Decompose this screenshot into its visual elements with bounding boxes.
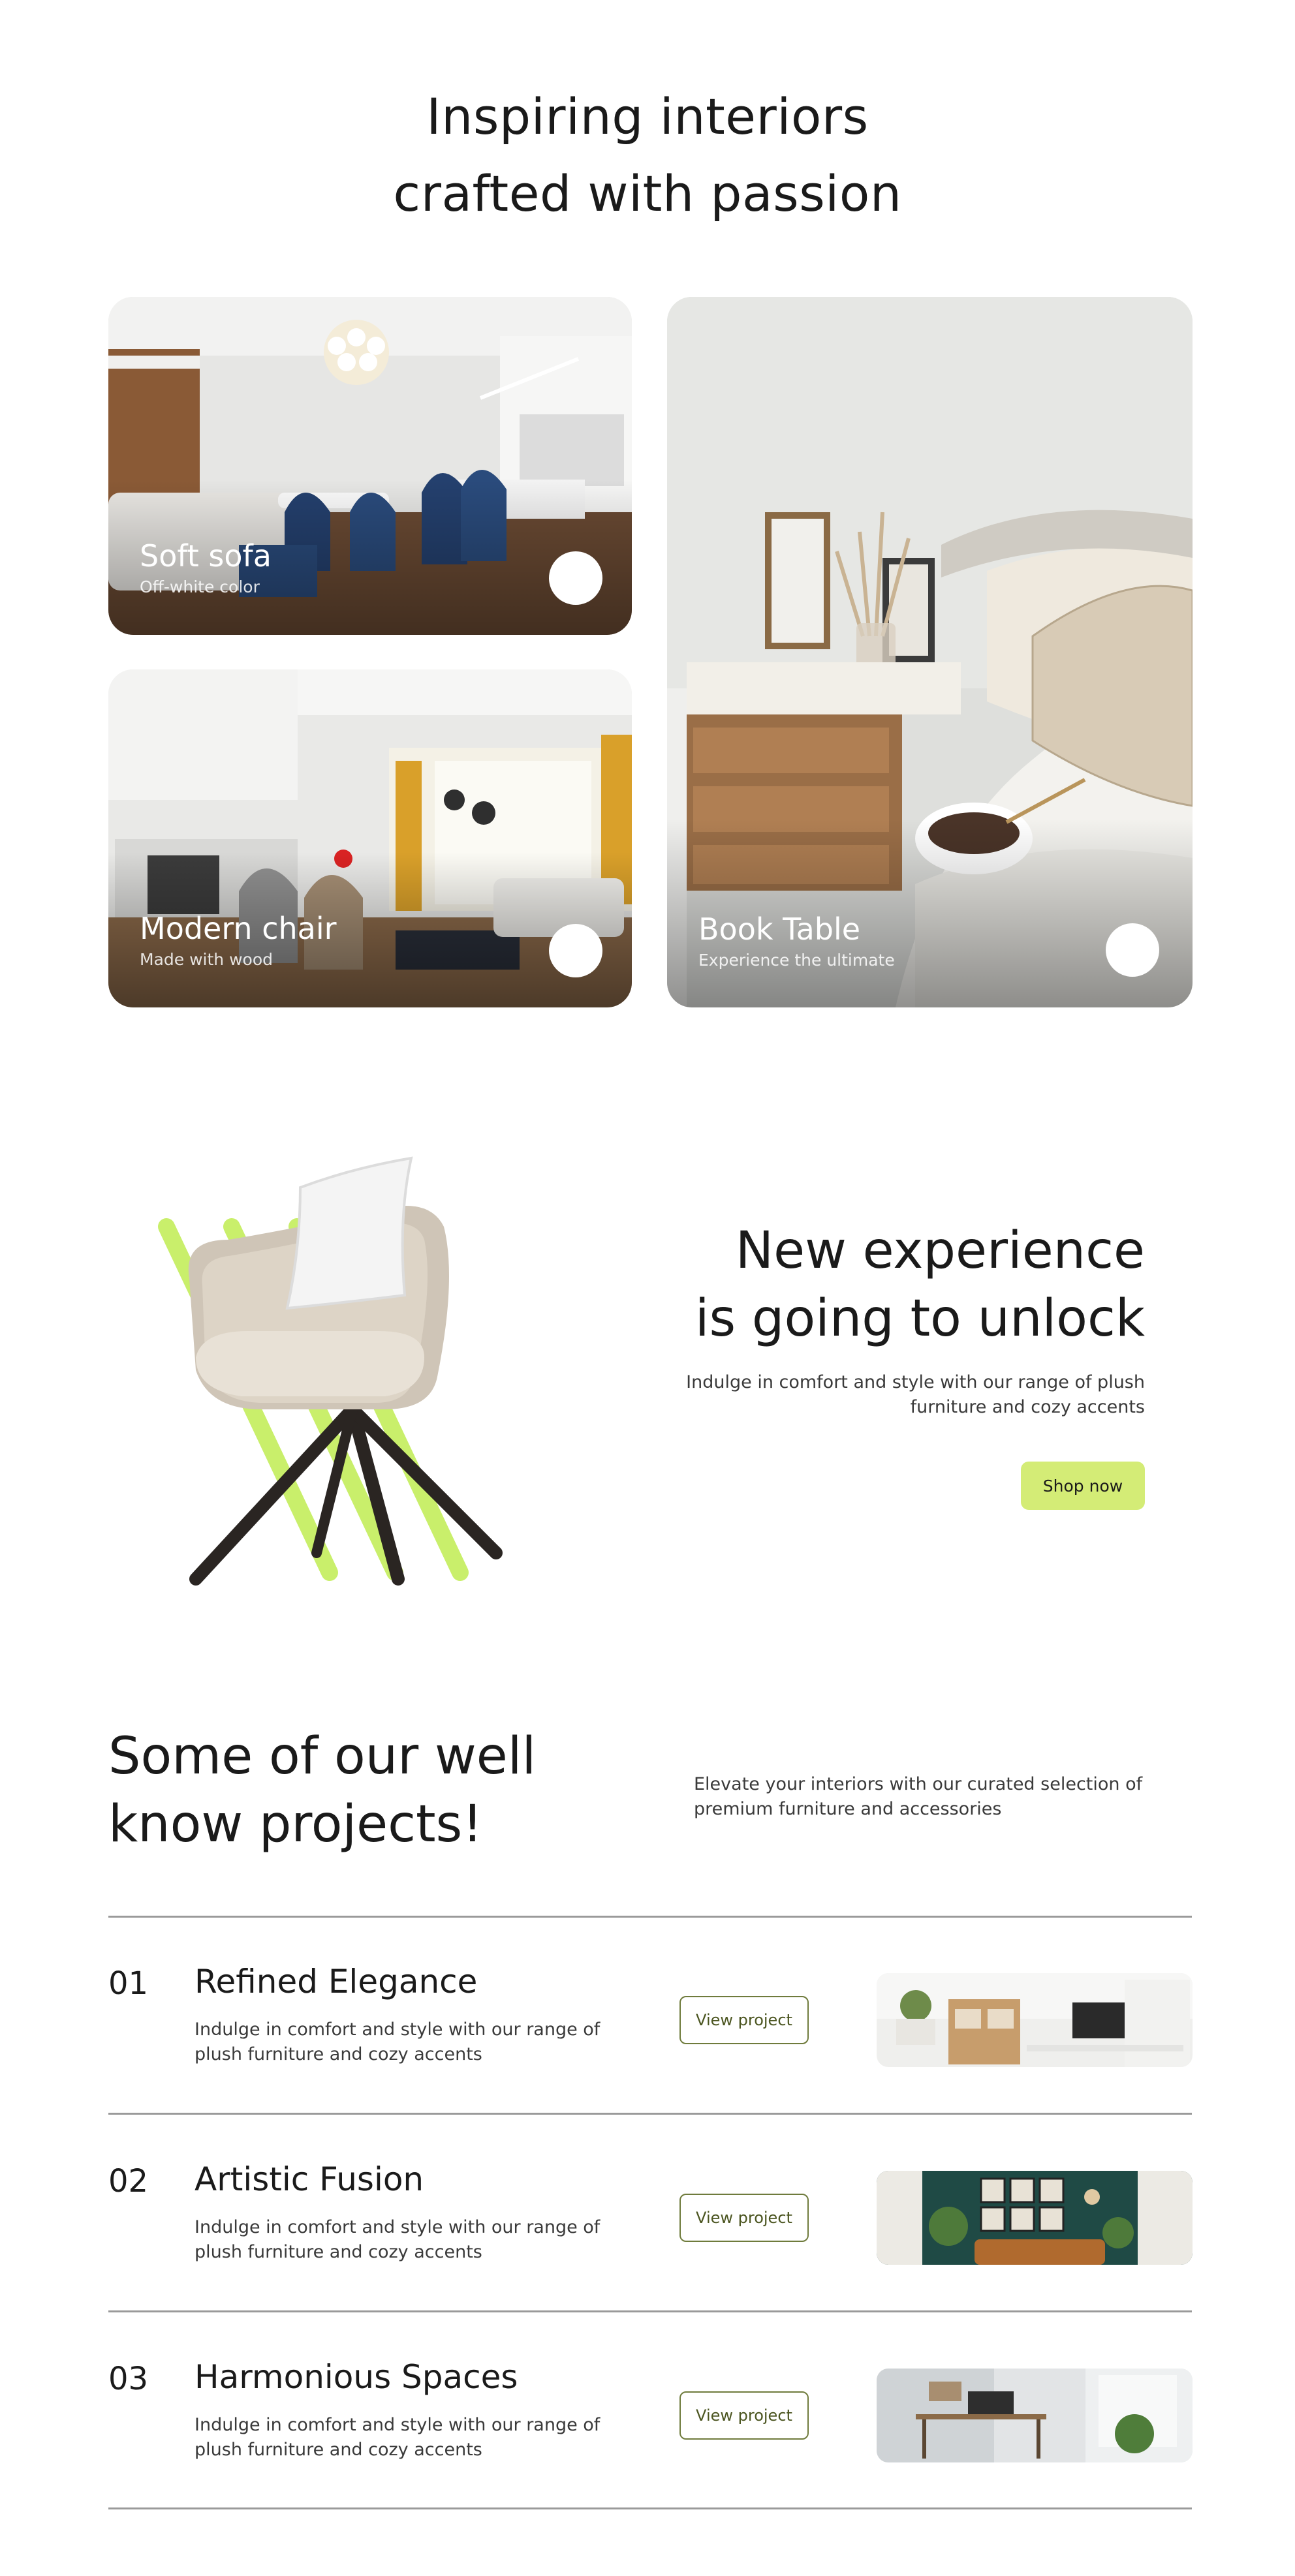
project-title: Harmonious Spaces — [195, 2358, 518, 2396]
card-action-button[interactable] — [1106, 923, 1159, 977]
card-subtitle: Experience the ultimate — [698, 951, 895, 970]
hero-title-line1: Inspiring interiors — [426, 87, 869, 146]
project-thumbnail[interactable] — [877, 1973, 1193, 2067]
hero-title-line2: crafted with passion — [393, 164, 902, 222]
project-number: 02 — [108, 2163, 149, 2200]
divider — [108, 1916, 1192, 1918]
card-action-button[interactable] — [549, 551, 602, 605]
project-description: Indulge in comfort and style with our ra… — [195, 2217, 601, 2262]
project-description: Indulge in comfort and style with our ra… — [195, 2019, 601, 2064]
view-project-button[interactable]: View project — [679, 1996, 809, 2044]
card-title: Book Table — [698, 912, 861, 947]
divider — [108, 2507, 1192, 2509]
divider — [108, 2113, 1192, 2115]
hero-title: Inspiring interiors crafted with passion — [0, 78, 1295, 232]
armchair-illustration — [158, 1156, 503, 1586]
card-subtitle: Made with wood — [140, 950, 273, 969]
project-title: Refined Elegance — [195, 1963, 478, 2001]
project-title: Artistic Fusion — [195, 2160, 424, 2198]
projects-heading-line1: Some of our well — [108, 1727, 537, 1786]
divider — [108, 2310, 1192, 2312]
card-book-table[interactable]: Book Table Experience the ultimate — [667, 297, 1193, 1007]
projects-intro: Elevate your interiors with our curated … — [694, 1774, 1143, 1819]
view-project-button[interactable]: View project — [679, 2391, 809, 2440]
view-project-button[interactable]: View project — [679, 2194, 809, 2242]
bedroom-nightstand-photo — [667, 297, 1193, 1007]
promo-title-line2: is going to unlock — [694, 1289, 1145, 1348]
card-title: Modern chair — [140, 911, 337, 946]
promo-title: New experience is going to unlock — [695, 1217, 1145, 1353]
project-number: 03 — [108, 2361, 149, 2397]
project-description: Indulge in comfort and style with our ra… — [195, 2415, 601, 2460]
card-action-button[interactable] — [549, 924, 602, 977]
card-subtitle: Off-white color — [140, 577, 260, 596]
card-title: Soft sofa — [140, 538, 272, 574]
promo-title-line1: New experience — [735, 1221, 1145, 1280]
projects-heading: Some of our well know projects! — [108, 1723, 536, 1858]
project-thumbnail[interactable] — [877, 2171, 1193, 2265]
card-modern-chair[interactable]: Modern chair Made with wood — [108, 669, 632, 1007]
project-number: 01 — [108, 1965, 149, 2002]
project-thumbnail[interactable] — [877, 2369, 1193, 2462]
card-soft-sofa[interactable]: Soft sofa Off-white color — [108, 297, 632, 635]
shop-now-button[interactable]: Shop now — [1021, 1462, 1145, 1510]
promo-description: Indulge in comfort and style with our ra… — [686, 1372, 1145, 1417]
projects-heading-line2: know projects! — [108, 1795, 483, 1854]
